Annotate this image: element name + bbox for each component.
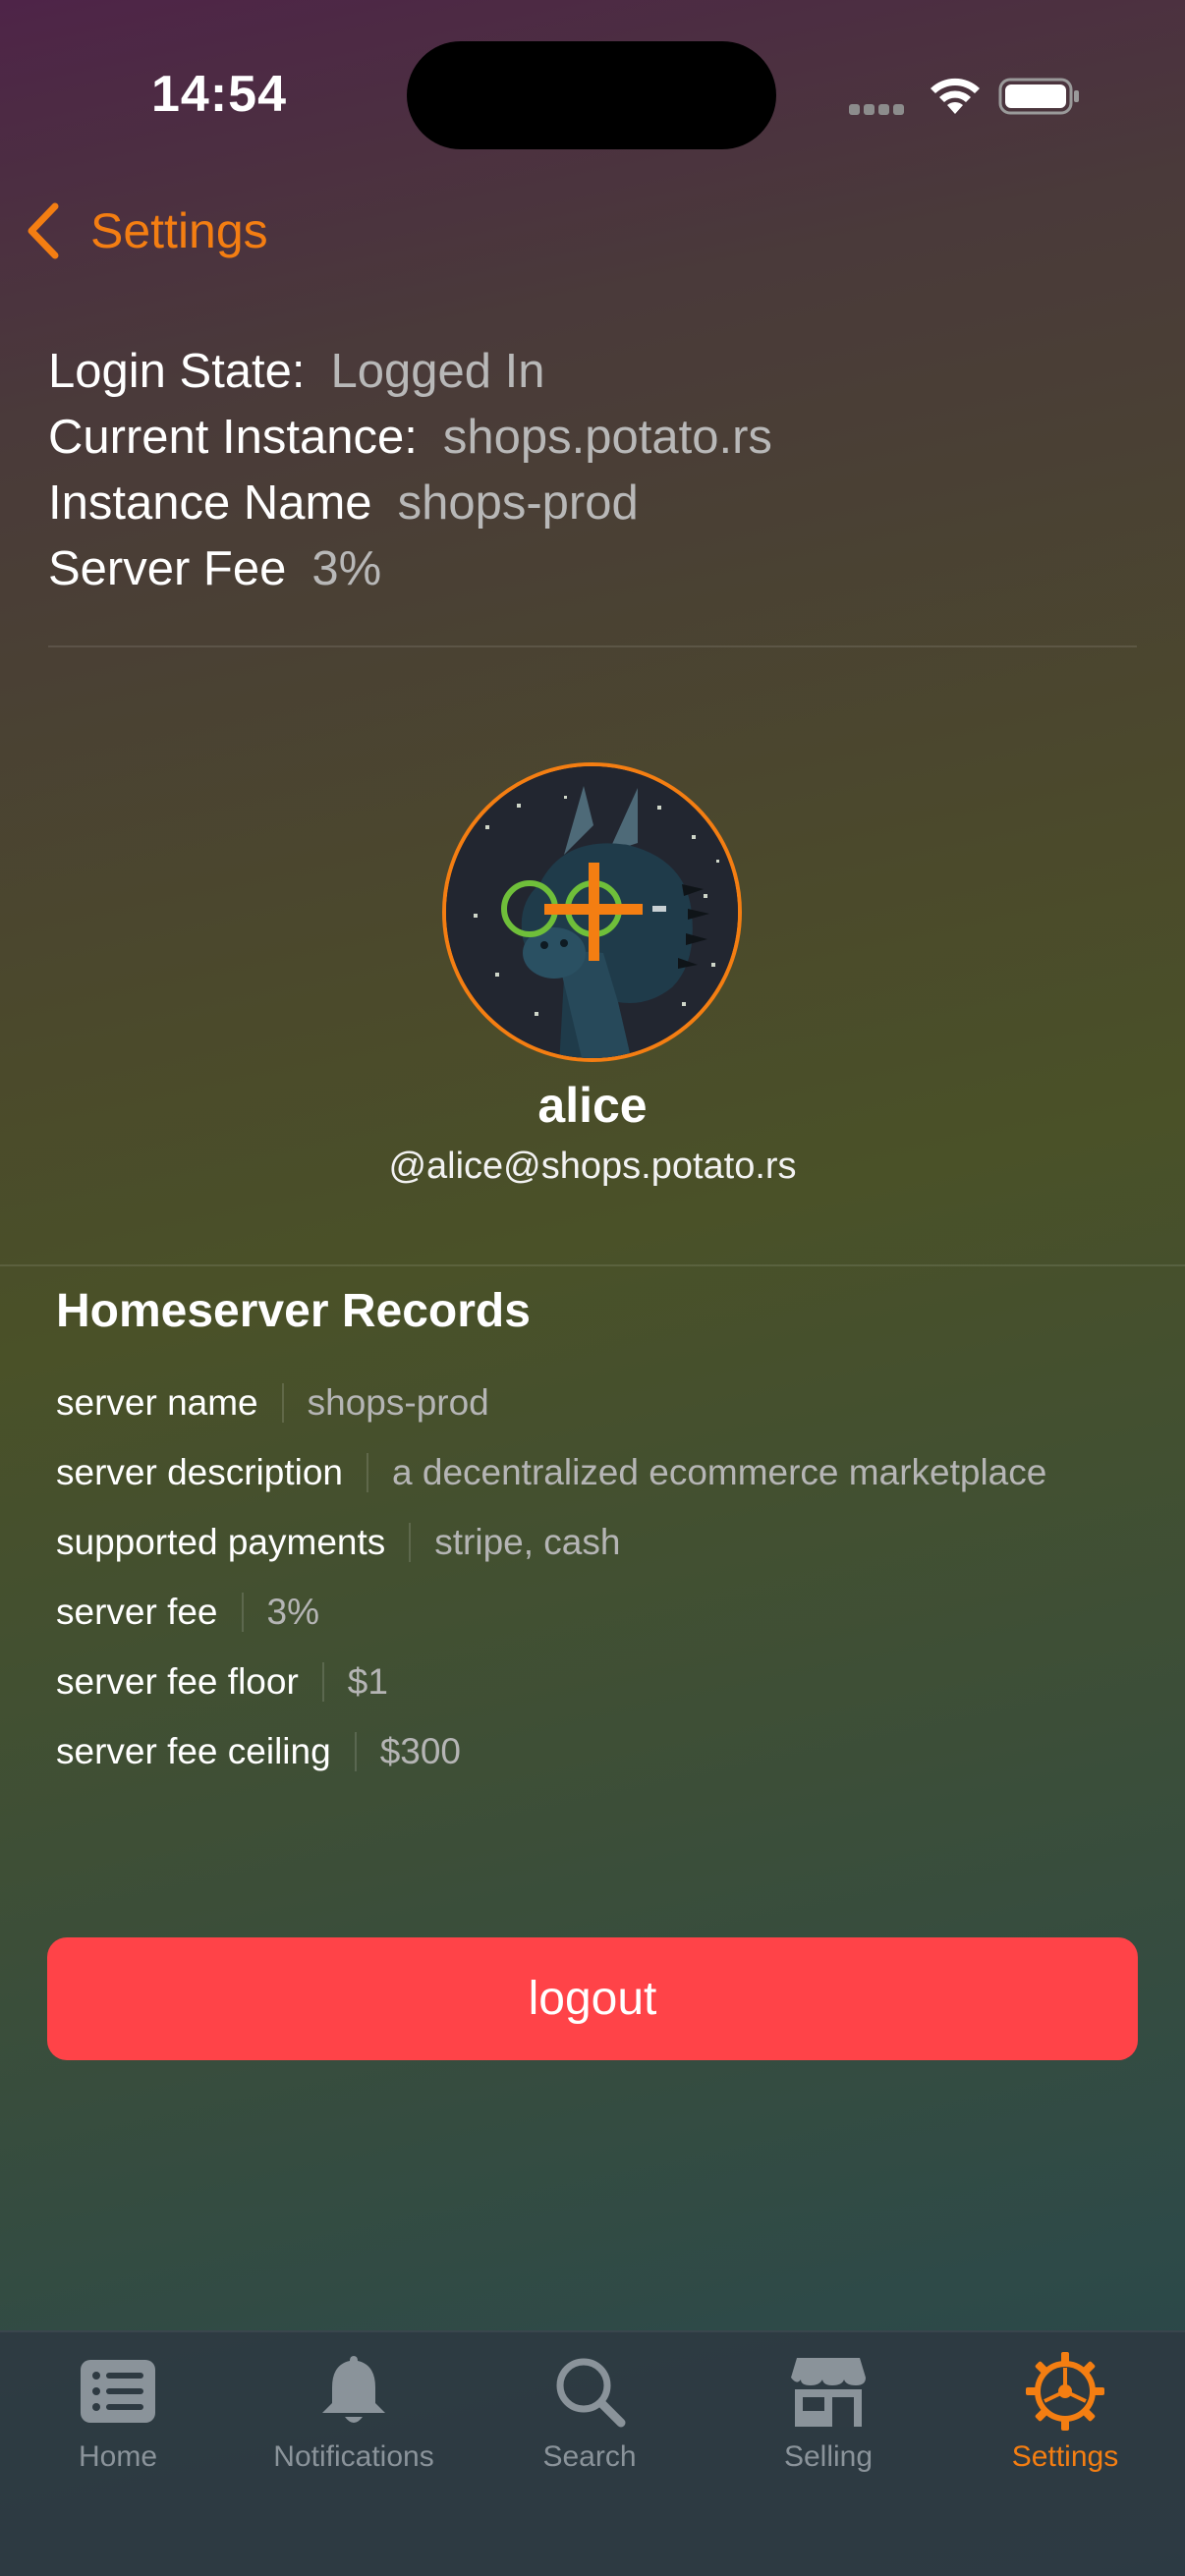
record-key: server description (56, 1451, 344, 1492)
section-title: Homeserver Records (56, 1285, 531, 1337)
record-separator (409, 1522, 412, 1562)
logout-button[interactable]: logout (47, 1937, 1138, 2060)
tab-label: Search (542, 2440, 637, 2473)
gear-icon (1026, 2352, 1104, 2431)
profile-name: alice (537, 1078, 648, 1133)
record-value: a decentralized ecommerce marketplace (392, 1451, 1047, 1492)
battery-icon (998, 78, 1079, 115)
record-key: server fee floor (56, 1660, 299, 1702)
record-value: 3% (266, 1591, 319, 1632)
records-list: server name shops-prod server descriptio… (56, 1368, 1046, 1786)
info-value: Logged In (330, 345, 545, 398)
info-label: Login State: (48, 345, 306, 398)
cellular-signal-icon (849, 102, 910, 116)
chevron-left-icon (28, 202, 59, 259)
record-separator (367, 1452, 369, 1492)
tab-settings[interactable]: Settings (947, 2350, 1183, 2474)
tab-label: Notifications (273, 2440, 434, 2473)
storefront-icon (791, 2358, 866, 2427)
record-separator (281, 1382, 284, 1423)
info-row-server-fee: Server Fee 3% (48, 536, 772, 602)
dragon-avatar-image (446, 766, 738, 1058)
tab-bar: Home Notifications Search Selling Settin… (0, 2330, 1185, 2576)
record-separator (354, 1731, 357, 1771)
tab-notifications[interactable]: Notifications (236, 2350, 472, 2474)
record-key: supported payments (56, 1521, 386, 1562)
info-row-login-state: Login State: Logged In (48, 339, 772, 405)
record-row: server name shops-prod (56, 1368, 1046, 1437)
info-row-current-instance: Current Instance: shops.potato.rs (48, 405, 772, 471)
record-row: server fee 3% (56, 1577, 1046, 1647)
info-label: Current Instance: (48, 411, 418, 464)
record-row: server description a decentralized ecomm… (56, 1437, 1046, 1507)
info-label: Server Fee (48, 542, 287, 595)
record-key: server name (56, 1381, 258, 1423)
record-value: stripe, cash (434, 1521, 621, 1562)
record-row: server fee floor $1 (56, 1647, 1046, 1716)
record-key: server fee ceiling (56, 1730, 331, 1771)
profile-handle: @alice@shops.potato.rs (388, 1146, 797, 1187)
info-row-instance-name: Instance Name shops-prod (48, 471, 772, 536)
divider (48, 645, 1137, 647)
record-separator (241, 1592, 244, 1632)
tab-search[interactable]: Search (472, 2350, 707, 2474)
instance-info: Login State: Logged In Current Instance:… (48, 339, 772, 602)
record-key: server fee (56, 1591, 218, 1632)
record-row: server fee ceiling $300 (56, 1716, 1046, 1786)
record-value: $1 (347, 1660, 388, 1702)
status-time: 14:54 (151, 66, 287, 123)
record-separator (321, 1661, 324, 1702)
tab-selling[interactable]: Selling (710, 2350, 946, 2474)
list-icon (81, 2360, 155, 2423)
divider (0, 1264, 1185, 1266)
wifi-icon (931, 78, 980, 114)
info-value: 3% (311, 542, 382, 595)
tab-label: Settings (1011, 2440, 1119, 2473)
tab-home[interactable]: Home (0, 2350, 236, 2474)
info-value: shops.potato.rs (442, 411, 772, 464)
magnifier-icon (556, 2358, 626, 2428)
info-label: Instance Name (48, 476, 372, 530)
avatar[interactable] (442, 762, 742, 1062)
info-value: shops-prod (397, 476, 639, 530)
status-bar: 14:54 (0, 0, 1185, 196)
dynamic-island (407, 41, 776, 149)
tab-label: Selling (783, 2440, 874, 2473)
record-value: shops-prod (307, 1381, 489, 1423)
record-row: supported payments stripe, cash (56, 1507, 1046, 1577)
back-button-label: Settings (90, 203, 268, 258)
back-button[interactable]: Settings (24, 196, 268, 265)
record-value: $300 (379, 1730, 461, 1771)
tab-label: Home (78, 2440, 158, 2473)
bell-icon (322, 2356, 385, 2423)
